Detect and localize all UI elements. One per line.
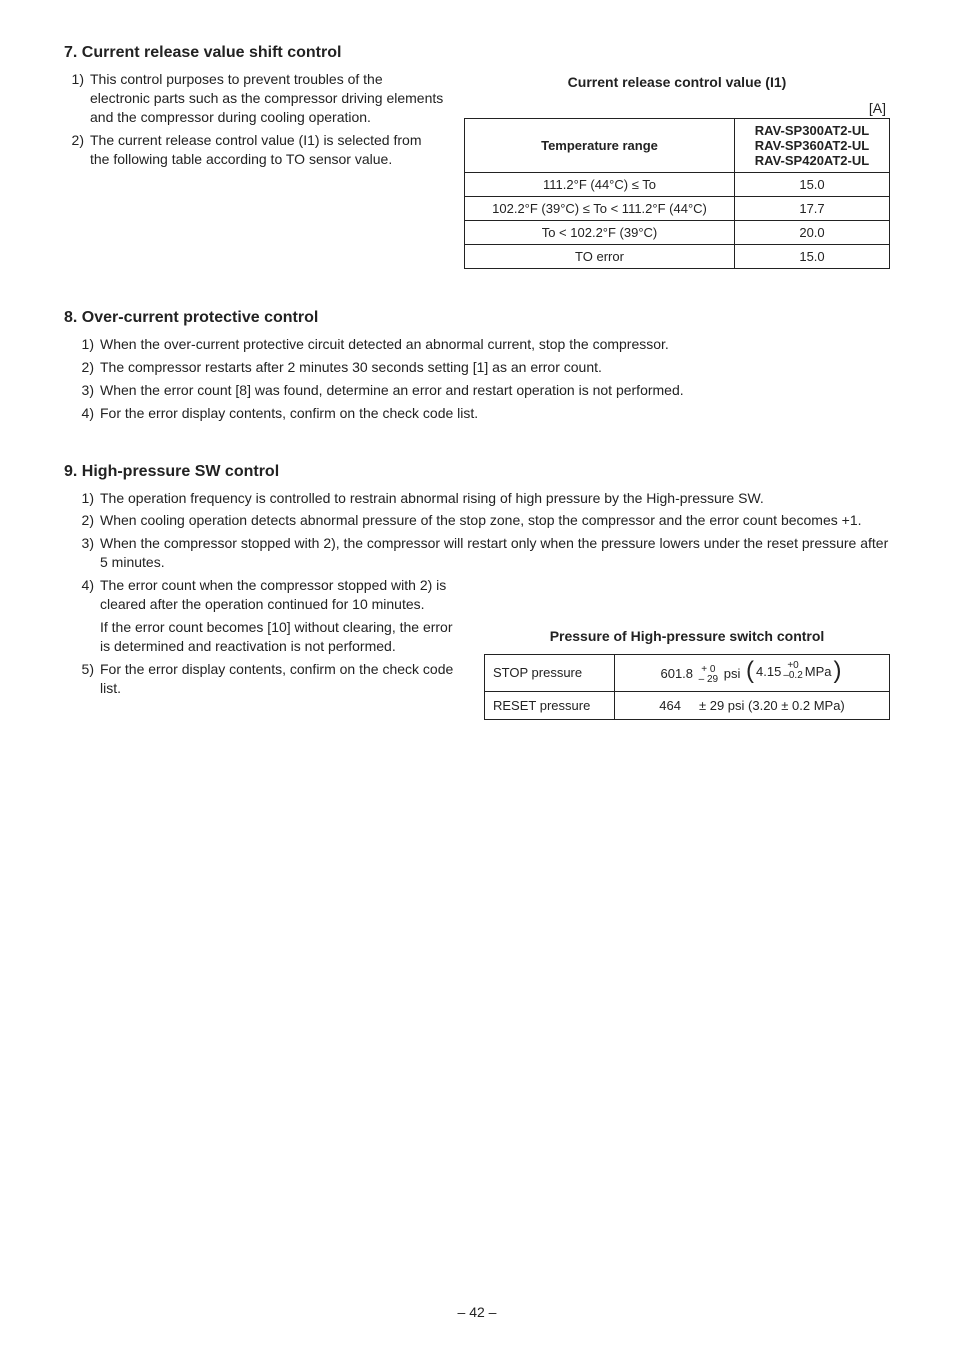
table-7-title: Current release control value (I1): [464, 74, 890, 90]
list-item: 4) For the error display contents, confi…: [74, 404, 890, 423]
list-num: 2): [74, 511, 100, 530]
table-row: 111.2°F (44°C) ≤ To 15.0: [465, 173, 890, 197]
table-row: RESET pressure 464 ± 29 psi (3.20 ± 0.2 …: [485, 691, 890, 719]
table-cell: 15.0: [735, 173, 890, 197]
list-num: 4): [74, 404, 100, 423]
table-header-line: RAV-SP420AT2-UL: [741, 153, 883, 168]
pressure-paren-tol: +0 –0.2: [783, 661, 802, 681]
list-num: 1): [74, 489, 100, 508]
table-cell: 17.7: [735, 197, 890, 221]
list-item: 1) This control purposes to prevent trou…: [64, 70, 444, 127]
list-num: 3): [74, 534, 100, 572]
list-body-line: The error count when the compressor stop…: [100, 576, 464, 614]
pressure-paren-main: 4.15: [756, 664, 781, 679]
list-body: The error count when the compressor stop…: [100, 576, 464, 656]
section-7-title: 7. Current release value shift control: [64, 44, 890, 62]
pressure-paren-unit: MPa: [805, 664, 832, 679]
list-num: 2): [64, 131, 90, 169]
section-9: 9. High-pressure SW control 1) The opera…: [64, 463, 890, 720]
list-body: The current release control value (I1) i…: [90, 131, 444, 169]
list-item: 3) When the compressor stopped with 2), …: [74, 534, 890, 572]
section-9-right: Pressure of High-pressure switch control…: [484, 576, 890, 720]
list-body: The operation frequency is controlled to…: [100, 489, 890, 508]
page-number: – 42 –: [0, 1304, 954, 1320]
table-header-line: RAV-SP360AT2-UL: [741, 138, 883, 153]
list-num: 3): [74, 381, 100, 400]
pressure-reset-label: RESET pressure: [485, 691, 615, 719]
list-item: 2) The current release control value (I1…: [64, 131, 444, 169]
pressure-table: STOP pressure 601.8 + 0 – 29 psi ( 4.15: [484, 654, 890, 720]
table-header: Temperature range: [465, 119, 735, 173]
list-item: 2) The compressor restarts after 2 minut…: [74, 358, 890, 377]
table-cell: 102.2°F (39°C) ≤ To < 111.2°F (44°C): [465, 197, 735, 221]
table-header: RAV-SP300AT2-UL RAV-SP360AT2-UL RAV-SP42…: [735, 119, 890, 173]
pressure-stop-label: STOP pressure: [485, 655, 615, 692]
list-body: When the error count [8] was found, dete…: [100, 381, 890, 400]
list-num: 4): [74, 576, 100, 656]
list-body: When the compressor stopped with 2), the…: [100, 534, 890, 572]
table-cell: TO error: [465, 245, 735, 269]
list-item: 4) The error count when the compressor s…: [74, 576, 464, 656]
list-item: 5) For the error display contents, confi…: [74, 660, 464, 698]
pressure-paren: ( 4.15 +0 –0.2 MPa ): [744, 661, 844, 681]
section-8: 8. Over-current protective control 1) Wh…: [64, 309, 890, 423]
table-cell: 20.0: [735, 221, 890, 245]
section-9-left: 4) The error count when the compressor s…: [64, 576, 484, 720]
pressure-paren-tol-bot: –0.2: [783, 671, 802, 681]
list-body: For the error display contents, confirm …: [100, 404, 890, 423]
pressure-tol: + 0 – 29: [699, 665, 718, 685]
table-cell: To < 102.2°F (39°C): [465, 221, 735, 245]
list-num: 2): [74, 358, 100, 377]
table-row: 102.2°F (39°C) ≤ To < 111.2°F (44°C) 17.…: [465, 197, 890, 221]
table-row: STOP pressure 601.8 + 0 – 29 psi ( 4.15: [485, 655, 890, 692]
table-7-unit: [A]: [464, 96, 890, 118]
table-cell: 111.2°F (44°C) ≤ To: [465, 173, 735, 197]
list-body: This control purposes to prevent trouble…: [90, 70, 444, 127]
section-7-table-area: Current release control value (I1) [A] T…: [464, 70, 890, 269]
paren-right-icon: ): [832, 661, 844, 681]
table-row: TO error 15.0: [465, 245, 890, 269]
list-item: 3) When the error count [8] was found, d…: [74, 381, 890, 400]
pressure-stop-value: 601.8 + 0 – 29 psi ( 4.15 +0 –0.2: [615, 655, 890, 692]
table-header-line: RAV-SP300AT2-UL: [741, 123, 883, 138]
table-cell: 15.0: [735, 245, 890, 269]
table-row: To < 102.2°F (39°C) 20.0: [465, 221, 890, 245]
paren-left-icon: (: [744, 661, 756, 681]
list-item: 1) When the over-current protective circ…: [74, 335, 890, 354]
list-body: The compressor restarts after 2 minutes …: [100, 358, 890, 377]
pressure-unit: psi: [724, 666, 741, 681]
pressure-reset-value: 464 ± 29 psi (3.20 ± 0.2 MPa): [615, 691, 890, 719]
table-7: Temperature range RAV-SP300AT2-UL RAV-SP…: [464, 118, 890, 269]
list-body: For the error display contents, confirm …: [100, 660, 464, 698]
list-body-line: If the error count becomes [10] without …: [100, 618, 464, 656]
section-7: 7. Current release value shift control 1…: [64, 44, 890, 269]
pressure-title: Pressure of High-pressure switch control: [484, 628, 890, 644]
section-7-list: 1) This control purposes to prevent trou…: [64, 70, 464, 269]
section-9-title: 9. High-pressure SW control: [64, 463, 890, 481]
table-row: Temperature range RAV-SP300AT2-UL RAV-SP…: [465, 119, 890, 173]
list-item: 2) When cooling operation detects abnorm…: [74, 511, 890, 530]
list-num: 5): [74, 660, 100, 698]
list-num: 1): [64, 70, 90, 127]
pressure-tol-bot: – 29: [699, 675, 718, 685]
section-8-title: 8. Over-current protective control: [64, 309, 890, 327]
list-item: 1) The operation frequency is controlled…: [74, 489, 890, 508]
list-body: When cooling operation detects abnormal …: [100, 511, 890, 530]
list-num: 1): [74, 335, 100, 354]
pressure-main: 601.8: [660, 666, 693, 681]
list-body: When the over-current protective circuit…: [100, 335, 890, 354]
